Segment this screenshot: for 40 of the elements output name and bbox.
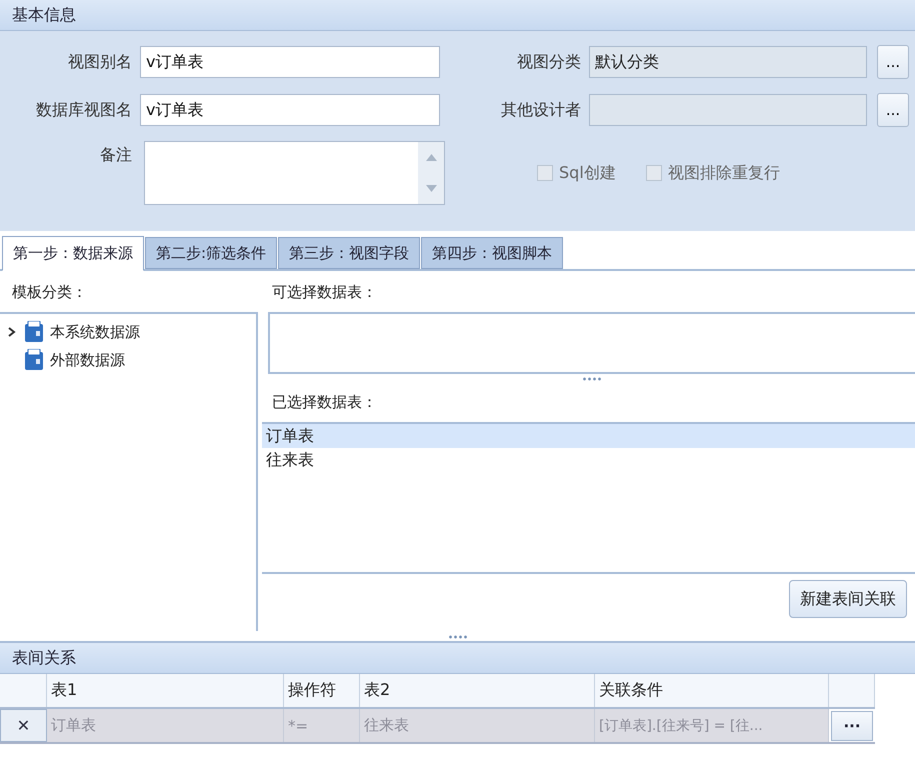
section-title: 可选择数据表： [271, 282, 378, 303]
tab[interactable]: 第三步：视图字段 [278, 237, 420, 269]
tree-item[interactable]: 本系统数据源 [50, 322, 140, 342]
section-title: 模板分类： [11, 282, 88, 303]
tree-item[interactable]: 外部数据源 [50, 350, 125, 370]
list-item[interactable]: 往来表 [262, 448, 915, 472]
database-icon [24, 349, 44, 371]
section-title: 已选择数据表： [271, 392, 378, 413]
splitter-grip[interactable] [448, 635, 468, 639]
tab[interactable]: 第一步：数据来源 [2, 236, 144, 271]
new-relation-button[interactable]: 新建表间关联 [789, 580, 907, 618]
list-item[interactable]: 订单表 [262, 424, 915, 448]
table-cell: *= [284, 709, 360, 742]
checkbox-label: 视图排除重复行 [668, 162, 780, 184]
column-header: 关联条件 [595, 674, 829, 707]
database-icon [24, 321, 44, 343]
checkbox-label: Sql创建 [559, 162, 616, 184]
table-cell: 订单表 [47, 709, 284, 742]
field-label: 其他设计者 [500, 100, 582, 120]
section-title: 表间关系 [12, 648, 76, 668]
tab[interactable]: 第二步:筛选条件 [145, 237, 278, 269]
column-header: 表1 [47, 674, 284, 707]
section-title: 基本信息 [12, 4, 76, 26]
splitter-grip[interactable] [582, 377, 602, 381]
column-header: 表2 [360, 674, 595, 707]
field-label: 数据库视图名 [35, 100, 133, 120]
field-label: 视图分类 [516, 52, 582, 72]
text-field[interactable]: v订单表 [140, 94, 440, 126]
column-header: 操作符 [284, 674, 360, 707]
delete-button[interactable]: ✕ [0, 709, 47, 742]
field-label: 备注 [99, 144, 133, 166]
browse-button[interactable]: ··· [831, 710, 873, 740]
field-label: 视图别名 [67, 52, 133, 72]
up-arrow-icon [426, 154, 436, 161]
table-cell: 往来表 [360, 709, 595, 742]
remark-field[interactable] [144, 141, 445, 205]
tab[interactable]: 第四步：视图脚本 [421, 237, 564, 269]
scrollbar[interactable] [418, 142, 444, 204]
text-field[interactable]: v订单表 [140, 46, 440, 78]
down-arrow-icon [426, 185, 436, 192]
